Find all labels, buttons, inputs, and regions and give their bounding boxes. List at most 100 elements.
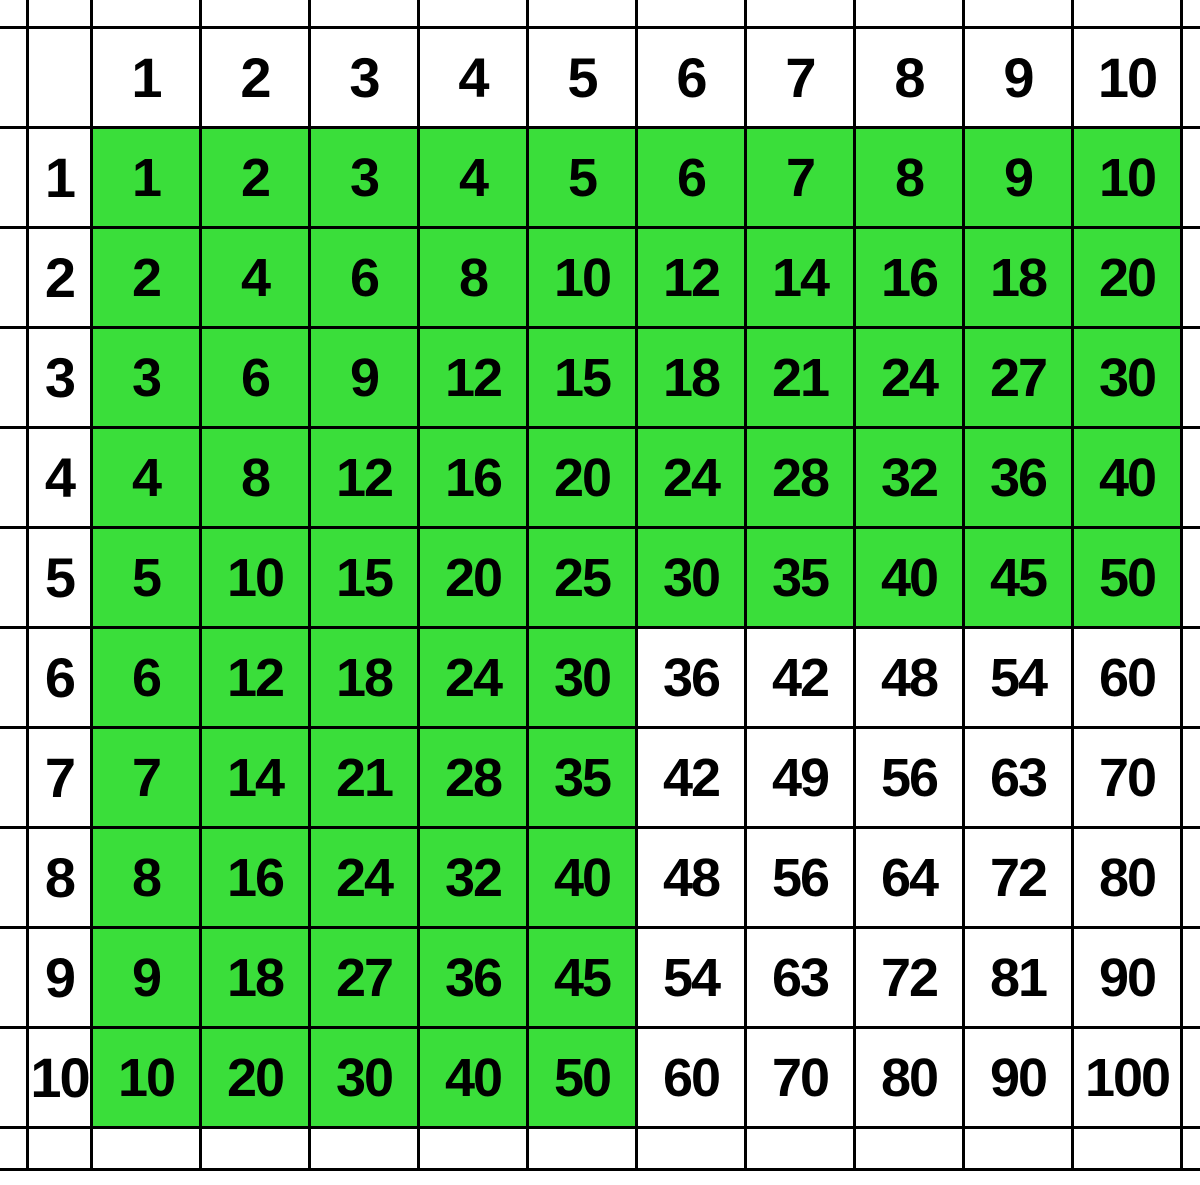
product-cell: 45 [528, 928, 637, 1028]
product-cell: 24 [310, 828, 419, 928]
product-cell: 2 [92, 228, 201, 328]
col-header: 1 [92, 28, 201, 128]
product-cell: 12 [310, 428, 419, 528]
product-cell: 18 [964, 228, 1073, 328]
product-cell: 7 [92, 728, 201, 828]
col-header: 6 [637, 28, 746, 128]
product-cell: 8 [92, 828, 201, 928]
product-cell: 28 [419, 728, 528, 828]
product-cell: 4 [201, 228, 310, 328]
product-cell: 54 [637, 928, 746, 1028]
product-cell: 18 [310, 628, 419, 728]
product-cell: 49 [746, 728, 855, 828]
product-cell: 63 [746, 928, 855, 1028]
multiplication-table: 1234567891011234567891022468101214161820… [0, 0, 1200, 1171]
col-header: 9 [964, 28, 1073, 128]
product-cell: 8 [201, 428, 310, 528]
product-cell: 36 [964, 428, 1073, 528]
product-cell: 42 [637, 728, 746, 828]
product-cell: 4 [419, 128, 528, 228]
product-cell: 27 [310, 928, 419, 1028]
product-cell: 15 [310, 528, 419, 628]
product-cell: 15 [528, 328, 637, 428]
product-cell: 56 [855, 728, 964, 828]
product-cell: 36 [419, 928, 528, 1028]
product-cell: 32 [855, 428, 964, 528]
product-cell: 45 [964, 528, 1073, 628]
row-header: 6 [28, 628, 92, 728]
product-cell: 100 [1073, 1028, 1182, 1128]
product-cell: 10 [201, 528, 310, 628]
product-cell: 40 [419, 1028, 528, 1128]
product-cell: 20 [528, 428, 637, 528]
product-cell: 30 [1073, 328, 1182, 428]
product-cell: 70 [746, 1028, 855, 1128]
product-cell: 6 [310, 228, 419, 328]
product-cell: 20 [201, 1028, 310, 1128]
product-cell: 4 [92, 428, 201, 528]
product-cell: 40 [855, 528, 964, 628]
col-header: 7 [746, 28, 855, 128]
product-cell: 10 [92, 1028, 201, 1128]
product-cell: 5 [92, 528, 201, 628]
product-cell: 8 [419, 228, 528, 328]
product-cell: 72 [855, 928, 964, 1028]
product-cell: 5 [528, 128, 637, 228]
row-header: 9 [28, 928, 92, 1028]
product-cell: 30 [528, 628, 637, 728]
product-cell: 6 [201, 328, 310, 428]
product-cell: 12 [201, 628, 310, 728]
product-cell: 6 [92, 628, 201, 728]
product-cell: 7 [746, 128, 855, 228]
product-cell: 50 [528, 1028, 637, 1128]
product-cell: 10 [528, 228, 637, 328]
product-cell: 8 [855, 128, 964, 228]
product-cell: 9 [92, 928, 201, 1028]
row-header: 2 [28, 228, 92, 328]
product-cell: 24 [855, 328, 964, 428]
row-header: 3 [28, 328, 92, 428]
col-header: 3 [310, 28, 419, 128]
product-cell: 64 [855, 828, 964, 928]
product-cell: 48 [637, 828, 746, 928]
product-cell: 40 [528, 828, 637, 928]
product-cell: 18 [201, 928, 310, 1028]
row-header: 7 [28, 728, 92, 828]
product-cell: 50 [1073, 528, 1182, 628]
product-cell: 42 [746, 628, 855, 728]
product-cell: 72 [964, 828, 1073, 928]
product-cell: 80 [1073, 828, 1182, 928]
col-header: 4 [419, 28, 528, 128]
product-cell: 70 [1073, 728, 1182, 828]
product-cell: 80 [855, 1028, 964, 1128]
product-cell: 9 [310, 328, 419, 428]
col-header: 8 [855, 28, 964, 128]
product-cell: 25 [528, 528, 637, 628]
product-cell: 16 [201, 828, 310, 928]
product-cell: 56 [746, 828, 855, 928]
product-cell: 27 [964, 328, 1073, 428]
product-cell: 21 [746, 328, 855, 428]
product-cell: 81 [964, 928, 1073, 1028]
product-cell: 28 [746, 428, 855, 528]
row-header: 4 [28, 428, 92, 528]
product-cell: 3 [92, 328, 201, 428]
product-cell: 6 [637, 128, 746, 228]
product-cell: 24 [637, 428, 746, 528]
product-cell: 14 [746, 228, 855, 328]
product-cell: 3 [310, 128, 419, 228]
product-cell: 60 [1073, 628, 1182, 728]
product-cell: 30 [637, 528, 746, 628]
product-cell: 63 [964, 728, 1073, 828]
product-cell: 12 [419, 328, 528, 428]
product-cell: 18 [637, 328, 746, 428]
product-cell: 10 [1073, 128, 1182, 228]
product-cell: 12 [637, 228, 746, 328]
product-cell: 36 [637, 628, 746, 728]
product-cell: 40 [1073, 428, 1182, 528]
product-cell: 54 [964, 628, 1073, 728]
corner-header [28, 28, 92, 128]
product-cell: 60 [637, 1028, 746, 1128]
row-header: 8 [28, 828, 92, 928]
product-cell: 20 [419, 528, 528, 628]
